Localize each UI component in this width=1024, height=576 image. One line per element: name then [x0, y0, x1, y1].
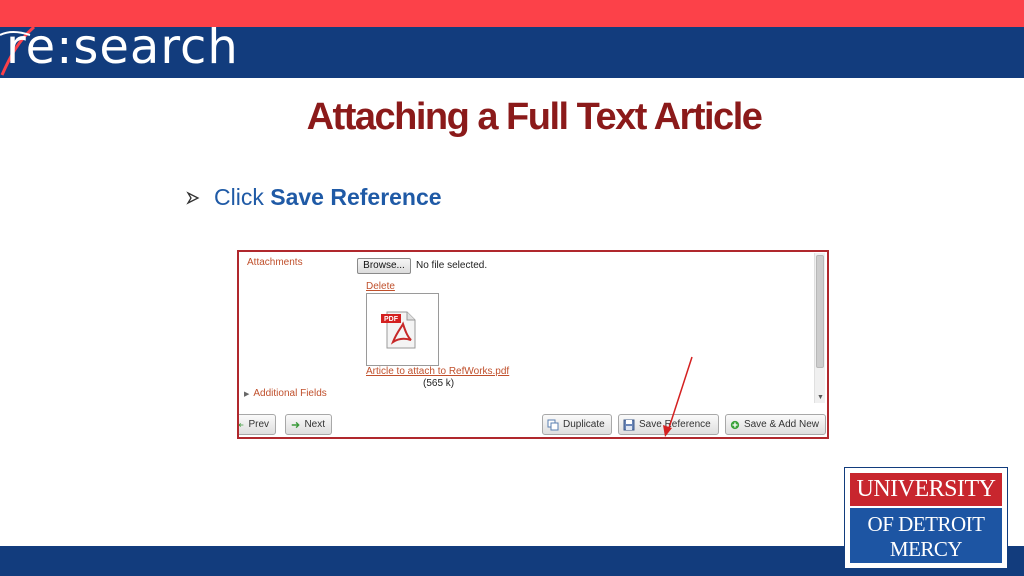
no-file-text: No file selected. [416, 260, 488, 271]
scrollbar-thumb[interactable] [816, 255, 824, 368]
university-logo: UNIVERSITY OF DETROIT MERCY [844, 467, 1008, 569]
attachment-file-link[interactable]: Article to attach to RefWorks.pdf [366, 366, 509, 377]
delete-link[interactable]: Delete [366, 281, 395, 292]
slide-title: Attaching a Full Text Article [306, 96, 763, 138]
prev-arrow-icon [239, 422, 244, 427]
arrow-bullet-icon [186, 190, 200, 205]
save-add-new-label: Save & Add New [743, 419, 819, 430]
additional-fields-toggle[interactable]: ▶ Additional Fields [244, 388, 327, 399]
next-arrow-icon [291, 421, 300, 428]
attachment-thumbnail[interactable]: PDF [366, 293, 439, 366]
embedded-screenshot: ▼ Attachments Browse... No file selected… [237, 250, 829, 439]
university-logo-line2: OF DETROIT [867, 512, 985, 536]
vertical-scrollbar[interactable]: ▼ [814, 253, 825, 403]
browse-button[interactable]: Browse... [357, 258, 411, 274]
bullet-emphasis: Save Reference [270, 184, 442, 210]
prev-label: Prev [248, 419, 269, 430]
university-logo-lower: OF DETROIT MERCY [850, 508, 1002, 563]
university-logo-line1: UNIVERSITY [850, 473, 1002, 506]
save-disk-icon [623, 419, 635, 430]
svg-text:PDF: PDF [384, 316, 399, 323]
prev-button[interactable]: Prev [239, 414, 276, 435]
attachments-label: Attachments [247, 257, 303, 268]
callout-arrow-icon [663, 356, 693, 437]
bullet-text: Click Save Reference [214, 184, 442, 211]
bullet-item: Click Save Reference [186, 184, 442, 211]
bullet-prefix: Click [214, 184, 264, 210]
add-plus-icon [730, 420, 740, 429]
additional-fields-label: Additional Fields [253, 388, 327, 399]
duplicate-label: Duplicate [563, 419, 605, 430]
top-red-stripe [0, 0, 1024, 27]
pdf-file-icon: PDF [381, 311, 416, 349]
next-label: Next [304, 419, 325, 430]
duplicate-icon [547, 419, 559, 430]
research-logo: re:search [6, 27, 239, 75]
attachment-file-size: (565 k) [423, 378, 455, 389]
expand-triangle-icon: ▶ [244, 390, 250, 398]
university-logo-line3: MERCY [889, 537, 963, 561]
next-button[interactable]: Next [285, 414, 332, 435]
header-banner: re:search [0, 27, 1024, 78]
save-add-new-button[interactable]: Save & Add New [725, 414, 826, 435]
scroll-down-icon[interactable]: ▼ [817, 394, 824, 401]
duplicate-button[interactable]: Duplicate [542, 414, 612, 435]
